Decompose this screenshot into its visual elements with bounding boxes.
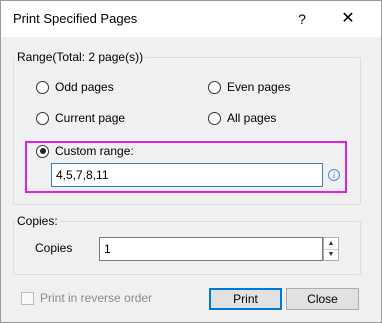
chevron-down-icon[interactable]: ▼ (324, 249, 338, 260)
help-icon[interactable]: ? (289, 7, 315, 31)
copies-input[interactable]: 1 (99, 237, 323, 261)
odd-pages-radio-circle[interactable] (36, 80, 49, 94)
custom-range-label: Custom range: (55, 144, 134, 158)
reverse-order-label: Print in reverse order (40, 291, 153, 305)
reverse-order-checkbox[interactable] (21, 291, 34, 305)
print-specified-pages-dialog: Print Specified Pages ? ✕ Range(Total: 2… (0, 0, 382, 323)
even-pages-label: Even pages (227, 80, 291, 94)
dialog-title: Print Specified Pages (13, 11, 138, 26)
all-pages-label: All pages (227, 111, 277, 125)
current-page-label: Current page (55, 111, 126, 125)
even-pages-radio[interactable]: Even pages (208, 80, 290, 94)
custom-range-input[interactable]: 4,5,7,8,11 (51, 163, 323, 187)
even-pages-radio-circle[interactable] (208, 80, 221, 94)
current-page-radio-circle[interactable] (36, 111, 49, 125)
custom-range-radio-circle[interactable] (36, 144, 49, 158)
close-icon[interactable]: ✕ (335, 7, 361, 31)
info-icon[interactable]: i (328, 169, 340, 181)
close-button[interactable]: Close (286, 288, 359, 310)
reverse-order-option[interactable]: Print in reverse order (21, 291, 152, 305)
custom-range-radio[interactable]: Custom range: (36, 144, 134, 158)
copies-spinner[interactable]: ▲ ▼ (323, 237, 339, 261)
all-pages-radio-circle[interactable] (208, 111, 221, 125)
odd-pages-radio[interactable]: Odd pages (36, 80, 114, 94)
print-button[interactable]: Print (209, 288, 282, 310)
range-legend: Range(Total: 2 page(s)) (15, 50, 146, 64)
title-bar: Print Specified Pages ? ✕ (1, 1, 381, 37)
copies-legend: Copies: (15, 214, 60, 228)
all-pages-radio[interactable]: All pages (208, 111, 276, 125)
current-page-radio[interactable]: Current page (36, 111, 125, 125)
copies-label: Copies (35, 241, 73, 255)
odd-pages-label: Odd pages (55, 80, 114, 94)
